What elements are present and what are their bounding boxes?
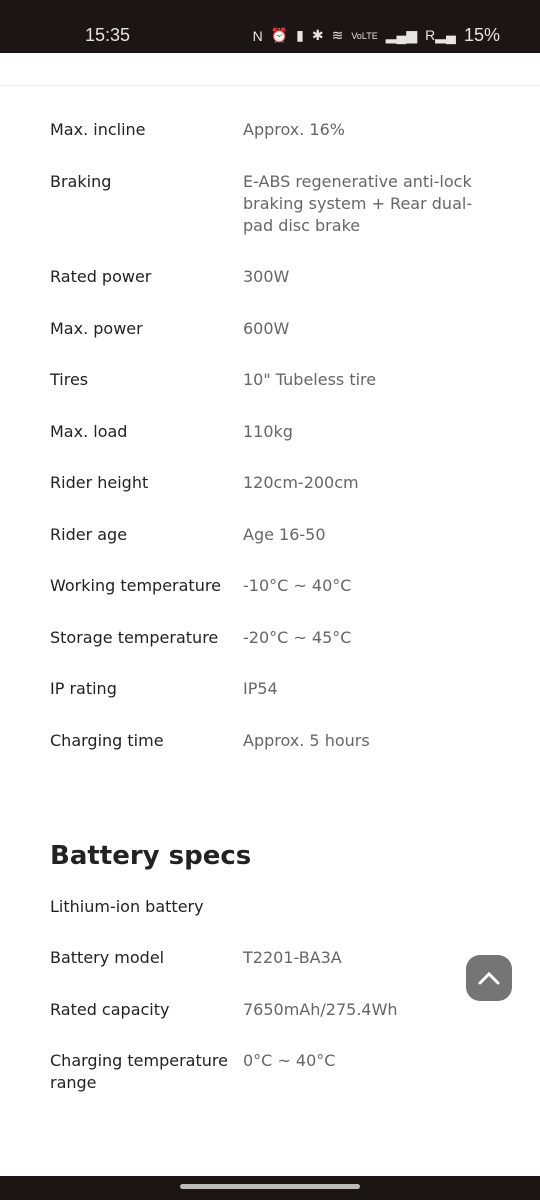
spec-label: Working temperature (50, 576, 221, 595)
spec-value (243, 896, 478, 918)
spec-label: Rated power (50, 267, 152, 286)
spec-value: 120cm-200cm (243, 473, 359, 492)
spec-content: Max. incline Approx. 16% Braking E-ABS rege… (0, 119, 540, 1124)
wifi-icon: ≋ (331, 27, 344, 43)
spec-row: Rated capacity 7650mAh/275.4Wh (50, 999, 540, 1021)
status-time: 15:35 (85, 25, 131, 45)
spec-label: Rated capacity (50, 999, 170, 1019)
spec-label: Storage temperature (50, 627, 219, 647)
spec-label: Rider age (50, 524, 128, 544)
spec-value: T2201-BA3A (243, 948, 342, 967)
spec-row: Charging temperature range 0°C ~ 40°C (50, 1050, 540, 1094)
spec-row: Braking E-ABS regenerative anti-lock brak… (50, 171, 540, 237)
spec-label: Lithium-ion battery (50, 896, 204, 916)
spec-row: Charging time Approx. 5 hours (50, 730, 540, 752)
spec-label: Battery model (50, 948, 165, 967)
spec-label: Braking (50, 171, 112, 191)
home-gesture-handle[interactable] (180, 1184, 360, 1189)
status-bar: 15:35 N ⏰ ▮ ✱ ≋ VoLTE ▂▄▆ R▂▄ 15% (0, 0, 540, 53)
chevron-up-icon (478, 971, 500, 985)
spec-value: 0°C ~ 40°C (243, 1051, 336, 1070)
status-icons: N ⏰ ▮ ✱ ≋ VoLTE ▂▄▆ R▂▄ 15% (253, 25, 500, 46)
spec-label: Tires (50, 370, 89, 389)
spec-value: 300W (243, 267, 290, 286)
spec-label: Rider height (50, 473, 149, 492)
alarm-icon: ⏰ (270, 27, 289, 43)
spec-row: Rider age Age 16-50 (50, 524, 540, 546)
spec-value: E-ABS regenerative anti-lock braking sys… (243, 171, 473, 235)
spec-row: Tires 10" Tubeless tire (50, 369, 540, 391)
spec-value: 10" Tubeless tire (243, 370, 377, 389)
spec-label: Max. load (50, 421, 128, 441)
spec-value: -10°C ~ 40°C (243, 576, 352, 595)
spec-value: Age 16-50 (243, 524, 326, 544)
spec-row: Max. power 600W (50, 318, 540, 340)
bluetooth-icon: ✱ (311, 27, 324, 43)
spec-row: Rated power 300W (50, 266, 540, 288)
battery-specs-heading: Battery specs (50, 840, 252, 871)
vibrate-icon: ▮ (296, 27, 304, 43)
signal-icon: ▂▄▆ (385, 27, 418, 43)
spec-value: Approx. 16% (243, 120, 345, 139)
spec-row: Lithium-ion battery (50, 896, 540, 918)
spec-label: IP rating (50, 679, 117, 698)
spec-row: Working temperature -10°C ~ 40°C (50, 575, 540, 597)
nfc-icon: N (252, 27, 263, 44)
spec-row: Storage temperature -20°C ~ 45°C (50, 627, 540, 649)
spec-value: Approx. 5 hours (243, 730, 370, 750)
scroll-to-top-button[interactable] (466, 955, 512, 1001)
spec-label: Max. power (50, 318, 143, 338)
spec-value: 7650mAh/275.4Wh (243, 999, 398, 1019)
spec-row: IP rating IP54 (50, 678, 540, 700)
navigation-bar (0, 1176, 540, 1200)
spec-label: Charging time (50, 730, 164, 750)
spec-value: 110kg (243, 421, 293, 441)
spec-row: Rider height 120cm-200cm (50, 472, 540, 494)
spec-row: Max. load 110kg (50, 421, 540, 443)
spec-list: Max. incline Approx. 16% Braking E-ABS rege… (0, 119, 540, 752)
spec-value: IP54 (243, 679, 278, 698)
signal-roaming-icon: R▂▄ (425, 27, 456, 43)
spec-label: Max. incline (50, 120, 146, 139)
spec-row: Max. incline Approx. 16% (50, 119, 540, 141)
battery-spec-list: Lithium-ion battery Battery model T2201-BA… (0, 896, 540, 1095)
spec-value: -20°C ~ 45°C (243, 627, 352, 647)
volte-icon: VoLTE (351, 30, 378, 41)
battery-percent: 15% (463, 25, 500, 45)
spec-label: Charging temperature range (50, 1051, 228, 1092)
spec-value: 600W (243, 318, 290, 338)
page-header (0, 53, 540, 86)
